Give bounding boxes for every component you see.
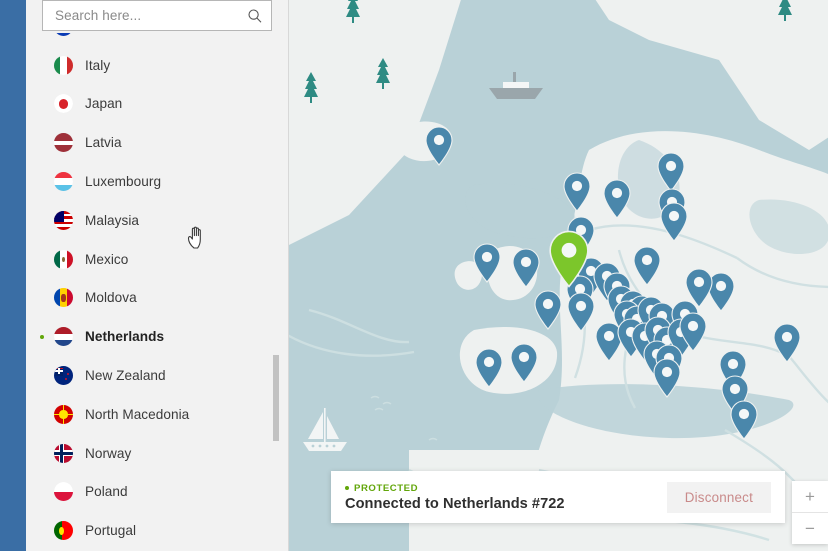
flag-icon-nl	[54, 327, 73, 346]
country-row-north-macedonia[interactable]: North Macedonia	[26, 395, 288, 434]
country-row-latvia[interactable]: Latvia	[26, 123, 288, 162]
flag-icon-no	[54, 444, 73, 463]
protected-status: PROTECTED	[345, 483, 667, 494]
flag-icon-pt	[54, 521, 73, 540]
country-name: Israel	[85, 33, 119, 34]
flag-icon-il	[54, 33, 73, 36]
disconnect-button[interactable]: Disconnect	[667, 482, 771, 513]
country-row-new-zealand[interactable]: New Zealand	[26, 356, 288, 395]
server-pin[interactable]	[509, 343, 539, 383]
zoom-out-button[interactable]: −	[792, 513, 828, 544]
server-pin[interactable]	[424, 126, 454, 166]
server-pin[interactable]	[729, 400, 759, 440]
country-row-portugal[interactable]: Portugal	[26, 511, 288, 550]
country-sidebar: Israel Italy Japan Latvia Luxembourg Malaysia…	[26, 0, 289, 551]
country-name: Netherlands	[85, 329, 164, 344]
search-box[interactable]	[42, 0, 272, 31]
country-name: Latvia	[85, 135, 122, 150]
country-row-israel[interactable]: Israel	[26, 33, 288, 46]
country-row-norway[interactable]: Norway	[26, 434, 288, 473]
country-row-japan[interactable]: Japan	[26, 85, 288, 124]
country-row-luxembourg[interactable]: Luxembourg	[26, 162, 288, 201]
flag-icon-my	[54, 211, 73, 230]
server-pin[interactable]	[656, 152, 686, 192]
flag-icon-lu	[54, 172, 73, 191]
country-name: Malaysia	[85, 213, 139, 228]
connection-status-bar: PROTECTED Connected to Netherlands #722 …	[331, 471, 785, 523]
country-name: Luxembourg	[85, 174, 161, 189]
country-row-moldova[interactable]: Moldova	[26, 279, 288, 318]
server-pin[interactable]	[472, 243, 502, 283]
country-list-scrollbar-track[interactable]	[276, 33, 284, 551]
search-input[interactable]	[53, 7, 247, 24]
country-row-malaysia[interactable]: Malaysia	[26, 201, 288, 240]
search-area	[42, 0, 272, 33]
flag-icon-it	[54, 56, 73, 75]
country-name: Moldova	[85, 290, 137, 305]
server-pin[interactable]	[533, 290, 563, 330]
country-name: New Zealand	[85, 368, 166, 383]
server-pin[interactable]	[566, 292, 596, 332]
country-name: Poland	[85, 484, 128, 499]
flag-icon-mx	[54, 250, 73, 269]
flag-icon-mk	[54, 405, 73, 424]
country-list-scrollbar-thumb[interactable]	[273, 355, 279, 441]
server-pin[interactable]	[562, 172, 592, 212]
country-row-netherlands[interactable]: Netherlands	[26, 317, 288, 356]
search-icon[interactable]	[247, 8, 263, 24]
server-pin[interactable]	[659, 202, 689, 242]
flag-icon-pl	[54, 482, 73, 501]
map-zoom-controls: + −	[792, 481, 828, 544]
country-name: Portugal	[85, 523, 136, 538]
country-row-italy[interactable]: Italy	[26, 46, 288, 85]
flag-icon-md	[54, 288, 73, 307]
server-pin[interactable]	[511, 248, 541, 288]
country-name: Norway	[85, 446, 131, 461]
server-pin[interactable]	[652, 358, 682, 398]
connection-info: PROTECTED Connected to Netherlands #722	[345, 483, 667, 512]
flag-icon-nz	[54, 366, 73, 385]
country-name: North Macedonia	[85, 407, 189, 422]
flag-icon-jp	[54, 94, 73, 113]
protected-label: PROTECTED	[354, 483, 418, 494]
connected-indicator-dot	[40, 335, 44, 339]
selected-server-pin[interactable]	[547, 230, 591, 288]
zoom-in-button[interactable]: +	[792, 481, 828, 513]
country-row-poland[interactable]: Poland	[26, 473, 288, 512]
country-row-mexico[interactable]: Mexico	[26, 240, 288, 279]
country-name: Mexico	[85, 252, 128, 267]
country-name: Italy	[85, 58, 110, 73]
server-pin[interactable]	[602, 179, 632, 219]
country-name: Japan	[85, 96, 122, 111]
status-dot-icon	[345, 486, 349, 490]
server-pin[interactable]	[772, 323, 802, 363]
vpn-app-window: Israel Italy Japan Latvia Luxembourg Malaysia…	[0, 0, 828, 551]
server-pin[interactable]	[474, 348, 504, 388]
flag-icon-lv	[54, 133, 73, 152]
server-map[interactable]: PROTECTED Connected to Netherlands #722 …	[289, 0, 828, 551]
connection-text: Connected to Netherlands #722	[345, 496, 667, 512]
country-list[interactable]: Israel Italy Japan Latvia Luxembourg Malaysia…	[26, 33, 288, 551]
server-pin[interactable]	[632, 246, 662, 286]
left-nav-rail	[0, 0, 26, 551]
